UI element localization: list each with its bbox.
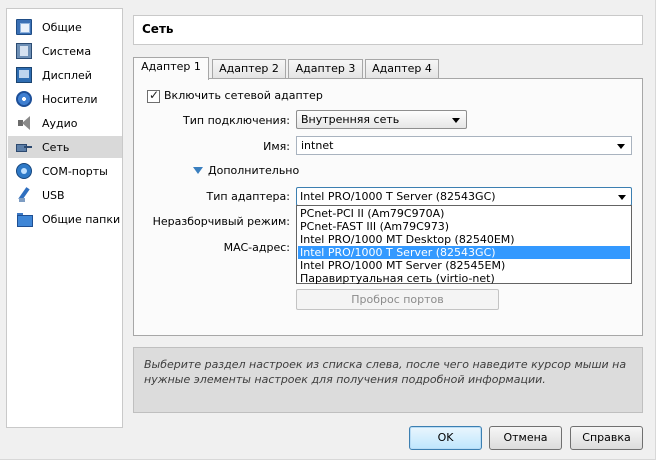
ok-button[interactable]: OK [409, 426, 482, 450]
dropdown-option-selected[interactable]: Intel PRO/1000 T Server (82543GC) [298, 246, 630, 259]
display-icon [16, 67, 32, 83]
settings-sidebar: Общие Система Дисплей Носители Аудио Сет… [6, 8, 123, 428]
sidebar-item-label: USB [42, 188, 65, 202]
sidebar-item-display[interactable]: Дисплей [8, 64, 122, 86]
promiscuous-mode-label: Неразборчивый режим: [152, 215, 290, 228]
sidebar-item-label: Дисплей [42, 68, 92, 82]
expand-advanced-icon[interactable] [193, 167, 203, 174]
mac-address-label: MAC-адрес: [223, 241, 290, 254]
dropdown-option[interactable]: PCnet-PCI II (Am79C970A) [298, 207, 630, 220]
tab-adapter-3[interactable]: Адаптер 3 [288, 59, 363, 79]
sidebar-item-general[interactable]: Общие [8, 16, 122, 38]
com-ports-icon [16, 163, 32, 179]
info-text: Выберите раздел настроек из списка слева… [144, 358, 627, 386]
storage-icon [16, 91, 32, 107]
adapter-type-dropdown: PCnet-PCI II (Am79C970A) PCnet-FAST III … [296, 205, 632, 285]
dropdown-option[interactable]: PCnet-FAST III (Am79C973) [298, 220, 630, 233]
sidebar-item-label: Общие [42, 20, 82, 34]
info-panel: Выберите раздел настроек из списка слева… [133, 347, 643, 413]
adapter-type-select[interactable]: Intel PRO/1000 T Server (82543GC) [296, 187, 632, 206]
attachment-type-label: Тип подключения: [183, 114, 290, 127]
settings-window: Общие Система Дисплей Носители Аудио Сет… [0, 0, 656, 460]
sidebar-item-label: Сеть [42, 140, 70, 154]
enable-adapter-label: Включить сетевой адаптер [164, 89, 323, 102]
chevron-down-icon [618, 195, 626, 200]
network-icon [16, 139, 32, 155]
adapter-type-value: Intel PRO/1000 T Server (82543GC) [300, 190, 496, 203]
help-button[interactable]: Справка [570, 426, 643, 450]
network-name-value: intnet [301, 139, 334, 152]
checkmark-icon: ✓ [149, 88, 160, 102]
general-icon [16, 19, 32, 35]
tab-adapter-1[interactable]: Адаптер 1 [133, 57, 209, 80]
sidebar-item-storage[interactable]: Носители [8, 88, 122, 110]
shared-folders-icon [16, 211, 33, 227]
sidebar-item-network[interactable]: Сеть [8, 136, 122, 158]
sidebar-item-label: Система [42, 44, 92, 58]
sidebar-item-usb[interactable]: USB [8, 184, 122, 206]
chevron-down-icon [452, 118, 460, 123]
tab-adapter-2[interactable]: Адаптер 2 [212, 59, 286, 79]
sidebar-item-audio[interactable]: Аудио [8, 112, 122, 134]
attachment-type-select[interactable]: Внутренняя сеть [296, 110, 467, 129]
system-icon [16, 43, 32, 59]
network-name-combo[interactable]: intnet [296, 136, 632, 155]
dropdown-option[interactable]: Intel PRO/1000 MT Desktop (82540EM) [298, 233, 630, 246]
attachment-type-value: Внутренняя сеть [301, 113, 400, 126]
advanced-label[interactable]: Дополнительно [208, 164, 299, 177]
sidebar-item-label: Аудио [42, 116, 78, 130]
sidebar-item-system[interactable]: Система [8, 40, 122, 62]
usb-icon [16, 187, 32, 203]
network-name-label: Имя: [263, 140, 290, 153]
chevron-down-icon [617, 144, 625, 149]
audio-icon [16, 115, 32, 131]
sidebar-item-com-ports[interactable]: COM-порты [8, 160, 122, 182]
sidebar-item-shared-folders[interactable]: Общие папки [8, 208, 122, 230]
sidebar-item-label: Носители [42, 92, 98, 106]
dropdown-option[interactable]: Паравиртуальная сеть (virtio-net) [298, 272, 630, 285]
enable-adapter-checkbox[interactable]: ✓ [147, 88, 160, 103]
sidebar-item-label: COM-порты [42, 164, 108, 178]
page-title: Сеть [142, 22, 174, 36]
tab-adapter-4[interactable]: Адаптер 4 [365, 59, 439, 79]
dropdown-option[interactable]: Intel PRO/1000 MT Server (82545EM) [298, 259, 630, 272]
page-header: Сеть [133, 15, 643, 45]
port-forwarding-button[interactable]: Проброс портов [296, 289, 499, 310]
sidebar-item-label: Общие папки [42, 212, 121, 226]
adapter-type-label: Тип адаптера: [206, 190, 290, 203]
cancel-button[interactable]: Отмена [489, 426, 562, 450]
